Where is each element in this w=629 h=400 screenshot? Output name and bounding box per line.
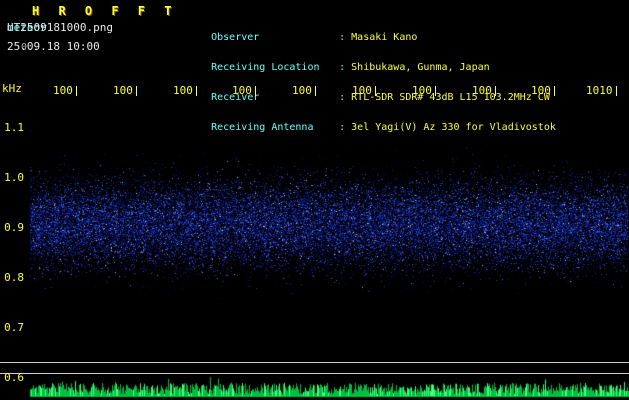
observation-datetime: 25.09.18 10:00: [7, 40, 100, 53]
tick-mark: [495, 86, 496, 96]
tick-mark: [315, 86, 316, 96]
info-label: Receiving Location: [211, 63, 339, 73]
y-tick-1.1: 1.1: [0, 121, 24, 134]
x-tick-1008: 100: [472, 84, 496, 96]
x-tick-1006: 100: [352, 84, 376, 96]
info-value: 3el Yagi(V) Az 330 for Vladivostok: [351, 122, 556, 133]
tick-mark: [616, 86, 617, 96]
colon: :: [339, 122, 351, 133]
tick-mark: [554, 86, 555, 96]
y-tick-0.8: 0.8: [0, 271, 24, 284]
filename-line: UT2509181000.pngmeteor: [7, 21, 47, 34]
info-value: Shibukawa, Gunma, Japan: [351, 62, 489, 73]
info-label: Observer: [211, 33, 339, 43]
tick-mark: [375, 86, 376, 96]
x-tick-1007: 100: [412, 84, 436, 96]
x-tick-1004: 100: [232, 84, 256, 96]
tick-mark: [76, 86, 77, 96]
x-tick-1009: 100: [531, 84, 555, 96]
y-tick-1.0: 1.0: [0, 171, 24, 184]
signal-level-ref-line-upper: [0, 362, 629, 363]
app-title: H R O F F T: [32, 4, 177, 18]
signal-level-ref-line-lower: [0, 373, 629, 374]
date-line: 25.09.18 10:000..: [7, 40, 39, 53]
info-row-antenna: Receiving Antenna:3el Yagi(V) Az 330 for…: [175, 113, 556, 123]
tick-mark: [196, 86, 197, 96]
output-filename: UT2509181000.png: [7, 21, 113, 34]
info-label: Receiver: [211, 93, 339, 103]
y-tick-0.7: 0.7: [0, 321, 24, 334]
x-tick-1001: 100: [53, 84, 77, 96]
x-tick-1005: 100: [292, 84, 316, 96]
colon: :: [339, 32, 351, 43]
colon: :: [339, 62, 351, 73]
observation-info: Observer:Masaki Kano Receiving Location:…: [175, 3, 556, 143]
info-row-location: Receiving Location:Shibukawa, Gunma, Jap…: [175, 53, 556, 63]
x-tick-1010: 1010: [586, 84, 617, 96]
y-tick-0.9: 0.9: [0, 221, 24, 234]
y-tick-0.6: 0.6: [0, 371, 24, 384]
info-label: Receiving Antenna: [211, 123, 339, 133]
tick-mark: [136, 86, 137, 96]
hrofft-window: H R O F F T UT2509181000.pngmeteor 25.09…: [0, 0, 629, 400]
colon: :: [339, 92, 351, 103]
info-row-observer: Observer:Masaki Kano: [175, 23, 556, 33]
y-axis-unit: kHz: [2, 82, 22, 95]
tick-mark: [435, 86, 436, 96]
info-value: Masaki Kano: [351, 32, 417, 43]
info-value: RTL-SDR SDR# 43dB L15 103.2MHz CW: [351, 92, 550, 103]
tick-mark: [255, 86, 256, 96]
x-tick-1002: 100: [113, 84, 137, 96]
x-tick-1003: 100: [173, 84, 197, 96]
